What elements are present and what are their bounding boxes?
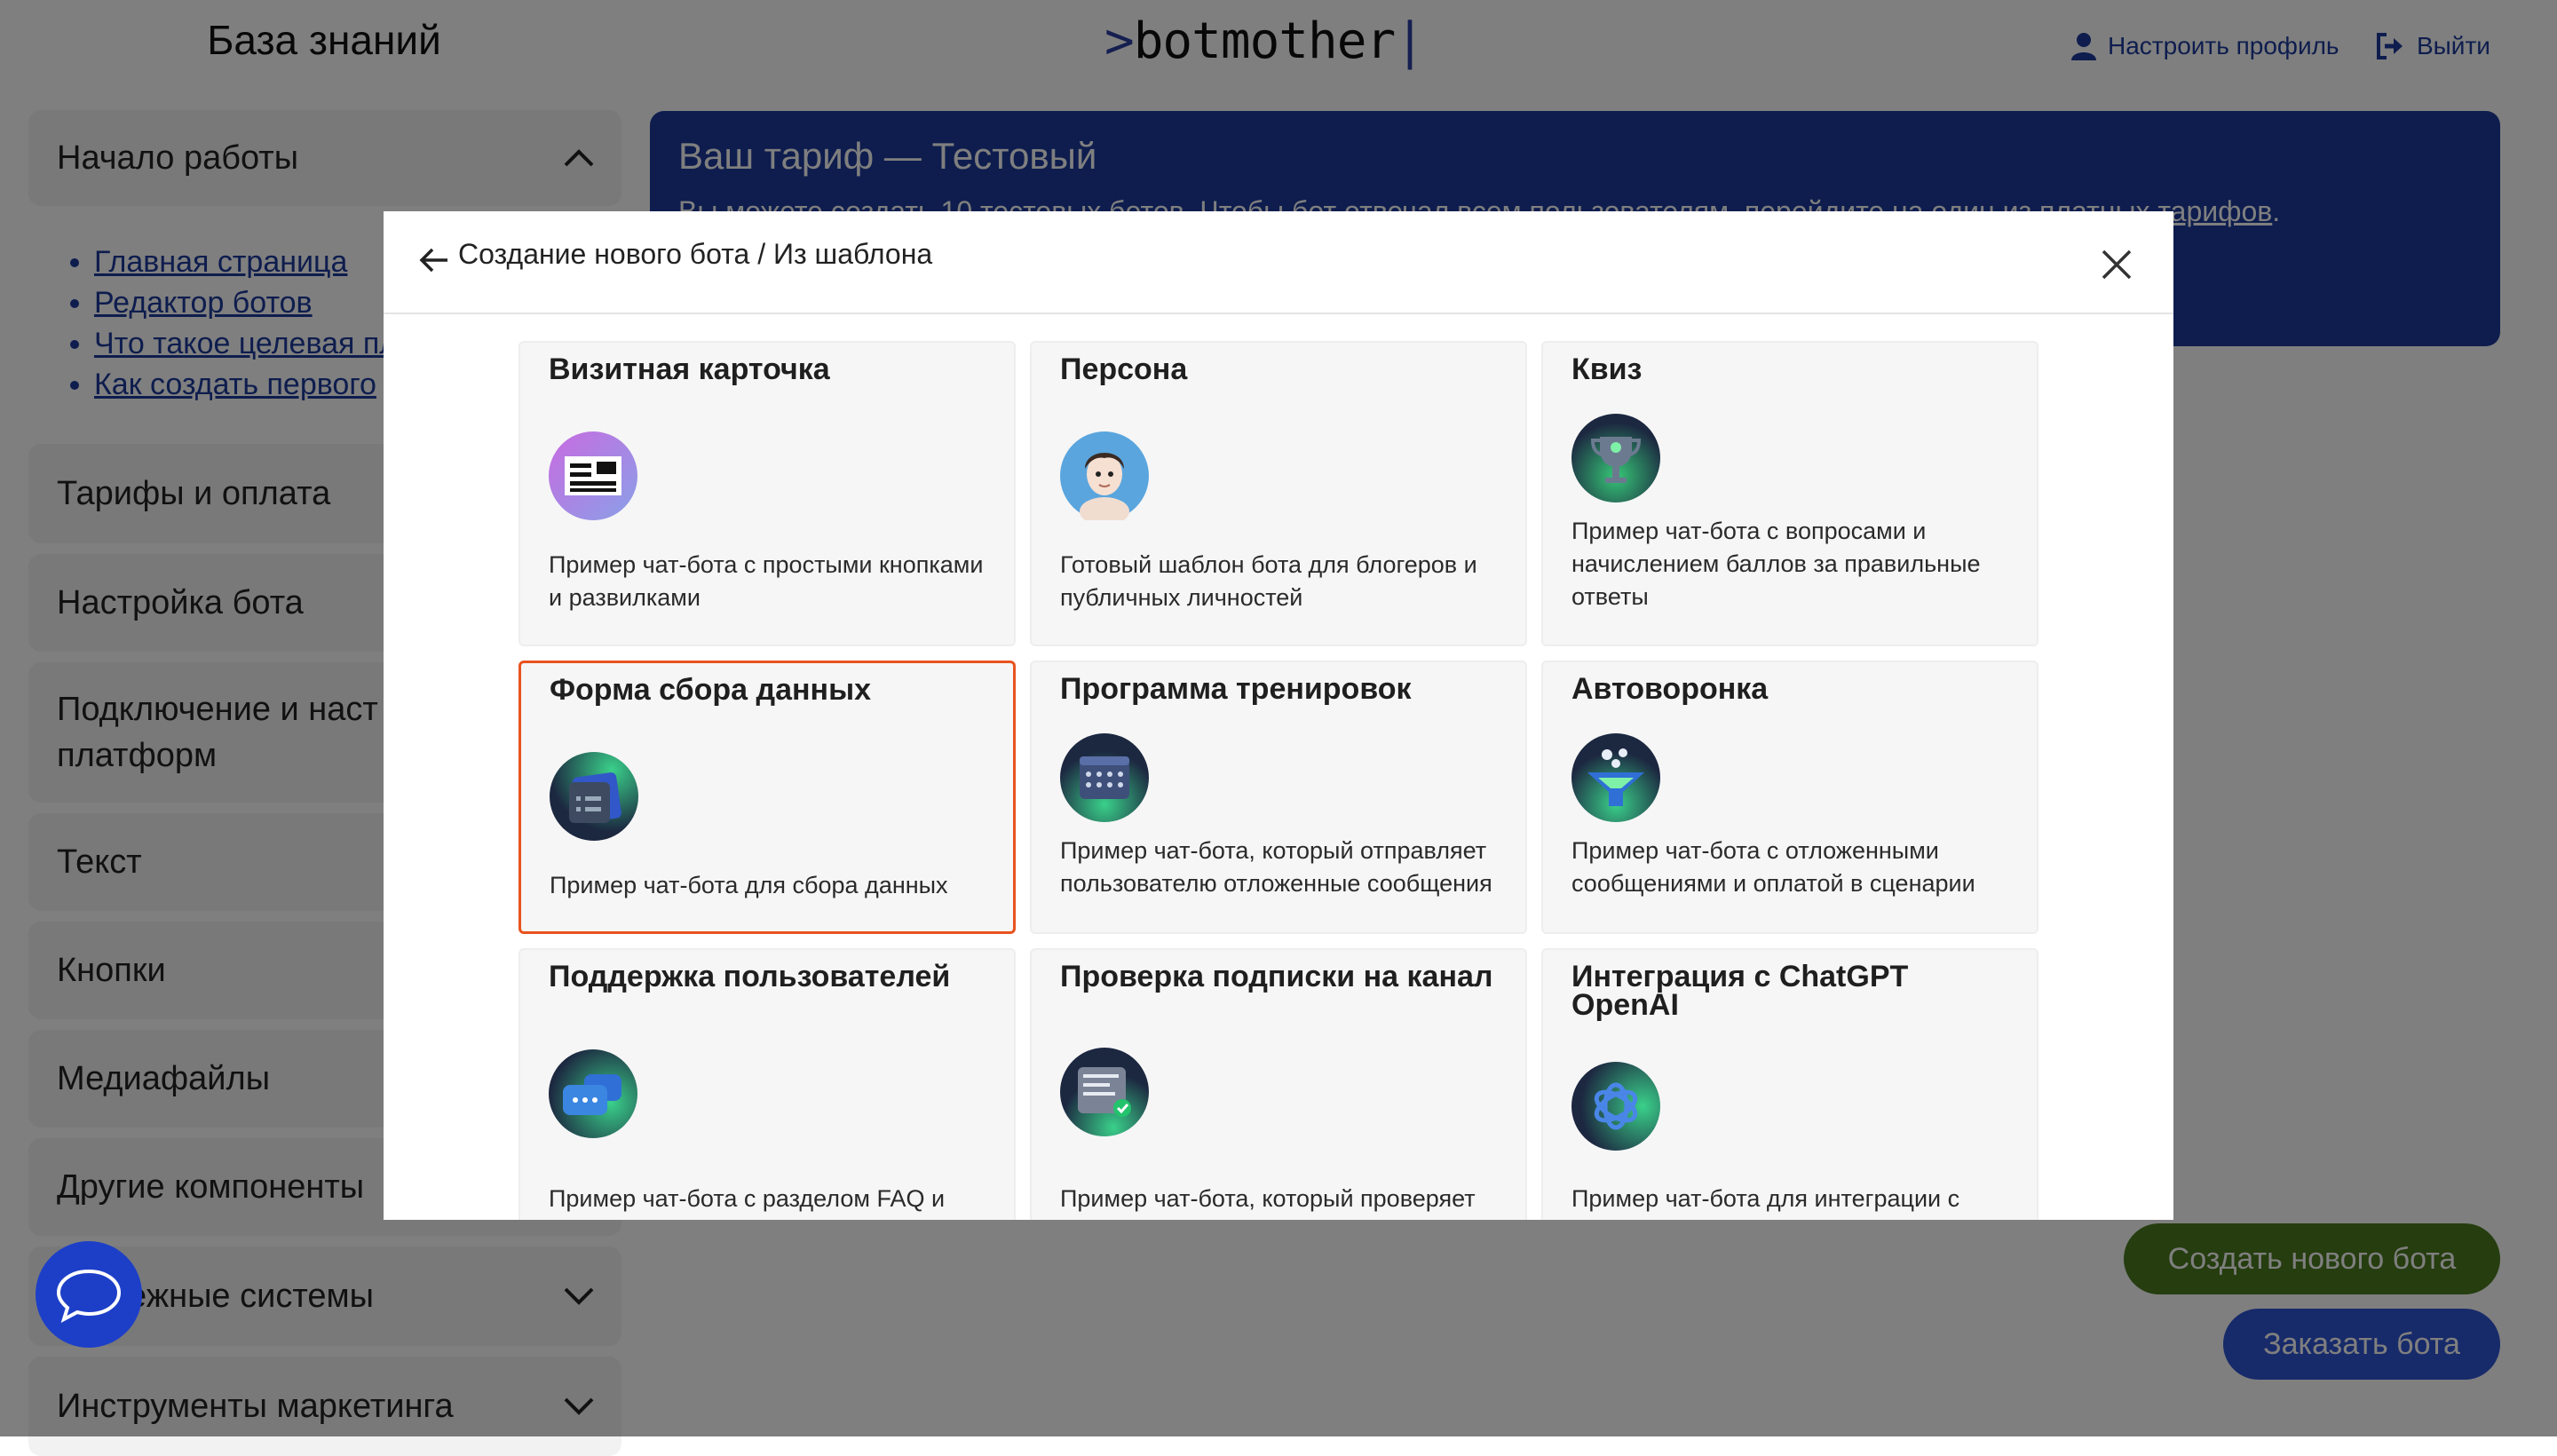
template-card-subscription-check[interactable]: Проверка подписки на канал Пример чат-бо… bbox=[1030, 948, 1527, 1220]
template-card-autofunnel[interactable]: Автоворонка Пример чат-бота с отложенным… bbox=[1541, 661, 2038, 934]
funnel-icon bbox=[1571, 733, 1660, 822]
form-icon bbox=[550, 752, 638, 841]
template-card-training-program[interactable]: Программа тренировок Пример чат-бота, ко… bbox=[1030, 661, 1527, 934]
trophy-icon bbox=[1571, 414, 1660, 502]
template-card-quiz[interactable]: Квиз Пример чат-бота с вопросами и начис… bbox=[1541, 341, 2038, 646]
support-chat-icon bbox=[549, 1049, 637, 1138]
subscription-check-icon bbox=[1060, 1048, 1149, 1136]
modal-breadcrumb: Создание нового бота / Из шаблона bbox=[458, 238, 933, 270]
template-modal: Создание нового бота / Из шаблона Визитн… bbox=[384, 211, 2173, 1220]
openai-icon bbox=[1571, 1062, 1660, 1151]
template-card-user-support[interactable]: Поддержка пользователей Пример чат-бота … bbox=[519, 948, 1016, 1220]
close-icon[interactable] bbox=[2101, 249, 2133, 281]
template-card-data-form[interactable]: Форма сбора данных Пример чат-бота для с… bbox=[519, 661, 1016, 934]
chat-widget-button[interactable] bbox=[36, 1241, 142, 1348]
template-card-business-card[interactable]: Визитная карточка Пример чат-бота с прос… bbox=[519, 341, 1016, 646]
calendar-icon bbox=[1060, 733, 1149, 822]
persona-avatar-icon bbox=[1060, 431, 1149, 520]
template-card-chatgpt-integration[interactable]: Интеграция с ChatGPT OpenAI Пример чат-б… bbox=[1541, 948, 2038, 1220]
modal-header: Создание нового бота / Из шаблона bbox=[384, 211, 2173, 314]
chat-bubble-icon bbox=[56, 1269, 122, 1324]
back-arrow-icon[interactable] bbox=[419, 245, 449, 275]
template-card-persona[interactable]: Персона Готовый шаблон бота для блогеров… bbox=[1030, 341, 1527, 646]
business-card-icon bbox=[549, 431, 637, 520]
